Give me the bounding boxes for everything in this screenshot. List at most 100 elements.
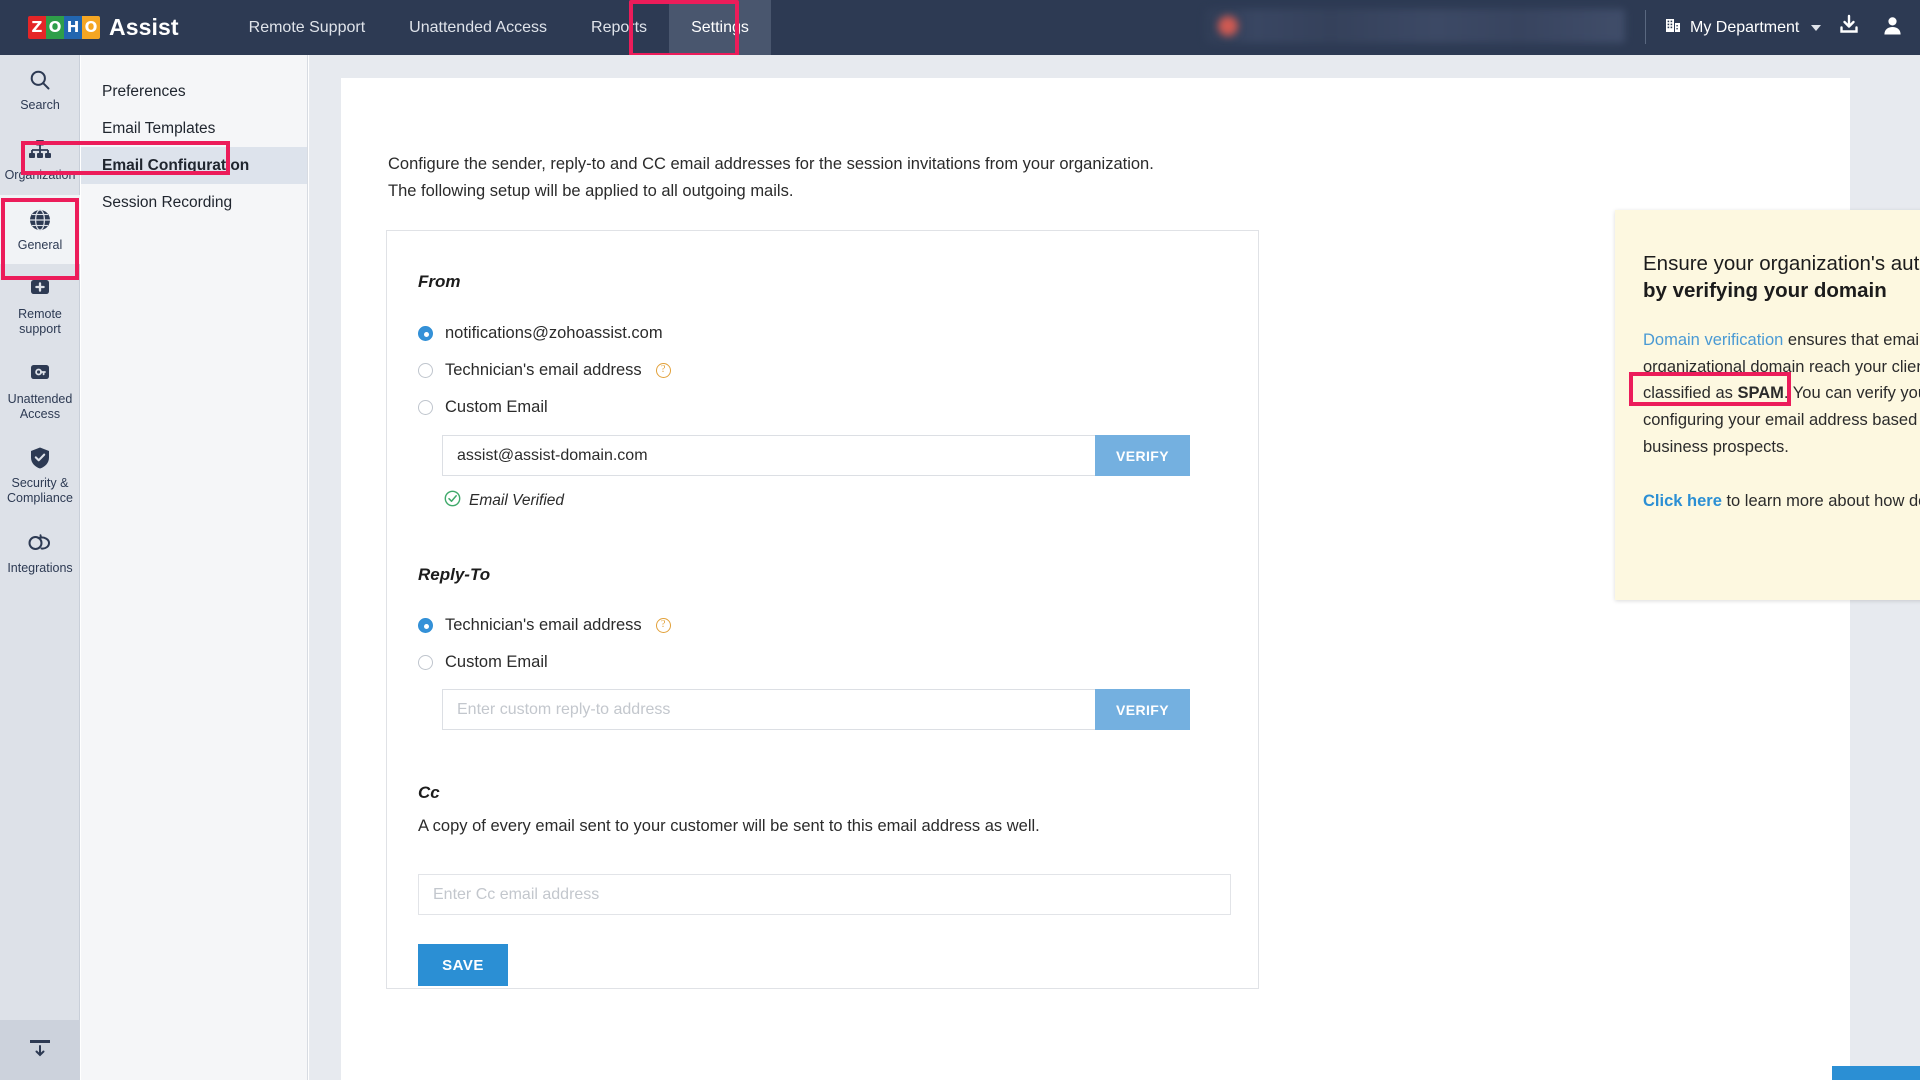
rail-label-organization: Organization xyxy=(4,167,76,182)
info-footer-text: Click here to learn more about how domai… xyxy=(1643,488,1920,515)
cc-description: A copy of every email sent to your custo… xyxy=(418,817,1040,835)
globe-icon xyxy=(28,208,52,232)
radio-reply-to-technician[interactable] xyxy=(418,618,433,633)
rail-item-security-compliance[interactable]: Security & Compliance xyxy=(0,433,80,518)
submenu-item-email-templates[interactable]: Email Templates xyxy=(81,110,307,147)
rail-item-general[interactable]: General xyxy=(0,194,80,265)
chevron-down-icon xyxy=(1811,24,1822,31)
domain-verification-link[interactable]: Domain verification xyxy=(1643,331,1783,349)
logo-letter-h: H xyxy=(64,16,82,39)
product-name: Assist xyxy=(109,14,179,40)
from-section-title: From xyxy=(418,272,461,291)
domain-verification-info-panel: Ensure your organization's authenticity … xyxy=(1615,210,1920,600)
app-root: Z O H O Assist Remote Support Unattended… xyxy=(0,0,1920,1080)
cc-email-input[interactable] xyxy=(418,874,1231,915)
chat-widget-nub[interactable] xyxy=(1832,1066,1920,1080)
reply-to-section-title: Reply-To xyxy=(418,565,491,584)
zoho-assist-logo[interactable]: Z O H O Assist xyxy=(28,14,179,41)
logo-letter-o1: O xyxy=(46,16,64,39)
rail-item-organization[interactable]: Organization xyxy=(0,125,80,195)
plus-square-icon xyxy=(28,277,52,301)
link-icon xyxy=(27,531,53,555)
reply-to-option-custom-label: Custom Email xyxy=(445,653,548,671)
cc-section-title: Cc xyxy=(418,783,440,802)
help-icon[interactable]: ? xyxy=(655,618,671,633)
building-icon xyxy=(1665,17,1682,39)
rail-label-general: General xyxy=(17,237,63,252)
info-body-spam: SPAM xyxy=(1737,384,1784,403)
main-content-area: Configure the sender, reply-to and CC em… xyxy=(309,55,1920,1080)
from-option-custom[interactable]: Custom Email xyxy=(418,398,548,417)
radio-from-custom[interactable] xyxy=(418,400,433,415)
from-custom-email-row: VERIFY xyxy=(442,435,1190,476)
rail-collapse-button[interactable] xyxy=(0,1020,80,1080)
nav-tab-reports[interactable]: Reports xyxy=(569,0,669,55)
submenu-item-preferences[interactable]: Preferences xyxy=(81,73,307,110)
logo-letter-o2: O xyxy=(82,16,100,39)
rail-item-integrations[interactable]: Integrations xyxy=(0,518,80,588)
from-option-notifications-label: notifications@zohoassist.com xyxy=(445,324,663,342)
from-email-verified-label: Email Verified xyxy=(469,492,565,509)
radio-reply-to-custom[interactable] xyxy=(418,655,433,670)
organization-search-field-redacted[interactable] xyxy=(1205,9,1625,43)
header-divider xyxy=(1645,10,1646,44)
from-option-technician-label: Technician's email address xyxy=(445,361,642,379)
reply-to-verify-button[interactable]: VERIFY xyxy=(1095,689,1190,730)
email-configuration-form: From notifications@zohoassist.com Techni… xyxy=(386,230,1259,989)
page-description-line-1: Configure the sender, reply-to and CC em… xyxy=(388,155,1154,173)
rail-label-security-compliance: Security & Compliance xyxy=(6,476,73,505)
radio-from-notifications[interactable] xyxy=(418,326,433,341)
collapse-icon xyxy=(29,1039,51,1062)
info-heading-line-1: Ensure your organization's authenticity xyxy=(1643,252,1920,275)
from-option-notifications[interactable]: notifications@zohoassist.com xyxy=(418,324,663,343)
logo-letter-z: Z xyxy=(28,16,46,39)
organization-icon xyxy=(28,138,52,162)
help-icon[interactable]: ? xyxy=(655,363,671,378)
rail-item-remote-support[interactable]: Remote support xyxy=(0,264,80,349)
user-account-button[interactable] xyxy=(1882,0,1903,55)
reply-to-option-technician[interactable]: Technician's email address ? xyxy=(418,616,671,635)
user-account-icon xyxy=(1882,15,1903,41)
rail-item-search[interactable]: Search xyxy=(0,55,80,125)
redacted-indicator-dot xyxy=(1218,16,1238,36)
zoho-logo-icon: Z O H O xyxy=(28,16,100,39)
settings-submenu: Preferences Email Templates Email Config… xyxy=(81,55,308,1080)
left-icon-rail: Search Organization General Remote suppo… xyxy=(0,55,80,1080)
nav-tab-settings[interactable]: Settings xyxy=(669,0,771,55)
rail-label-unattended-access: Unattended Access xyxy=(7,391,73,421)
top-navigation-bar: Z O H O Assist Remote Support Unattended… xyxy=(0,0,1920,55)
nav-tab-unattended-access[interactable]: Unattended Access xyxy=(387,0,569,55)
info-footer-rest: to learn more about how domain verificat… xyxy=(1726,492,1920,510)
from-verify-button[interactable]: VERIFY xyxy=(1095,435,1190,476)
download-icon xyxy=(1838,14,1860,41)
from-email-verified-status: Email Verified xyxy=(444,490,564,512)
submenu-item-email-configuration[interactable]: Email Configuration xyxy=(81,147,307,184)
rail-label-search: Search xyxy=(20,98,60,112)
page-description-line-2: The following setup will be applied to a… xyxy=(388,181,794,200)
check-circle-icon xyxy=(444,490,461,512)
page-description: Configure the sender, reply-to and CC em… xyxy=(388,151,1388,204)
submenu-item-session-recording[interactable]: Session Recording xyxy=(81,184,307,221)
from-option-custom-label: Custom Email xyxy=(445,398,548,416)
department-selector[interactable]: My Department xyxy=(1665,0,1822,55)
click-here-link[interactable]: Click here xyxy=(1643,492,1722,510)
department-label: My Department xyxy=(1690,18,1800,36)
rail-label-remote-support: Remote support xyxy=(18,307,62,336)
reply-to-option-technician-label: Technician's email address xyxy=(445,616,642,634)
key-icon xyxy=(28,362,52,386)
download-button[interactable] xyxy=(1838,0,1860,55)
primary-nav: Remote Support Unattended Access Reports… xyxy=(227,0,771,55)
from-option-technician[interactable]: Technician's email address ? xyxy=(418,361,671,380)
info-body-text: Domain verification ensures that emails … xyxy=(1643,327,1920,461)
rail-item-unattended-access[interactable]: Unattended Access xyxy=(0,349,80,434)
shield-check-icon xyxy=(29,446,51,470)
search-icon xyxy=(29,68,51,92)
reply-to-custom-email-input[interactable] xyxy=(442,689,1095,730)
reply-to-option-custom[interactable]: Custom Email xyxy=(418,653,548,672)
nav-tab-remote-support[interactable]: Remote Support xyxy=(227,0,388,55)
save-button[interactable]: SAVE xyxy=(418,944,508,986)
from-custom-email-input[interactable] xyxy=(442,435,1095,476)
info-heading-line-2: by verifying your domain xyxy=(1643,279,1887,303)
radio-from-technician[interactable] xyxy=(418,363,433,378)
reply-to-custom-email-row: VERIFY xyxy=(442,689,1190,730)
